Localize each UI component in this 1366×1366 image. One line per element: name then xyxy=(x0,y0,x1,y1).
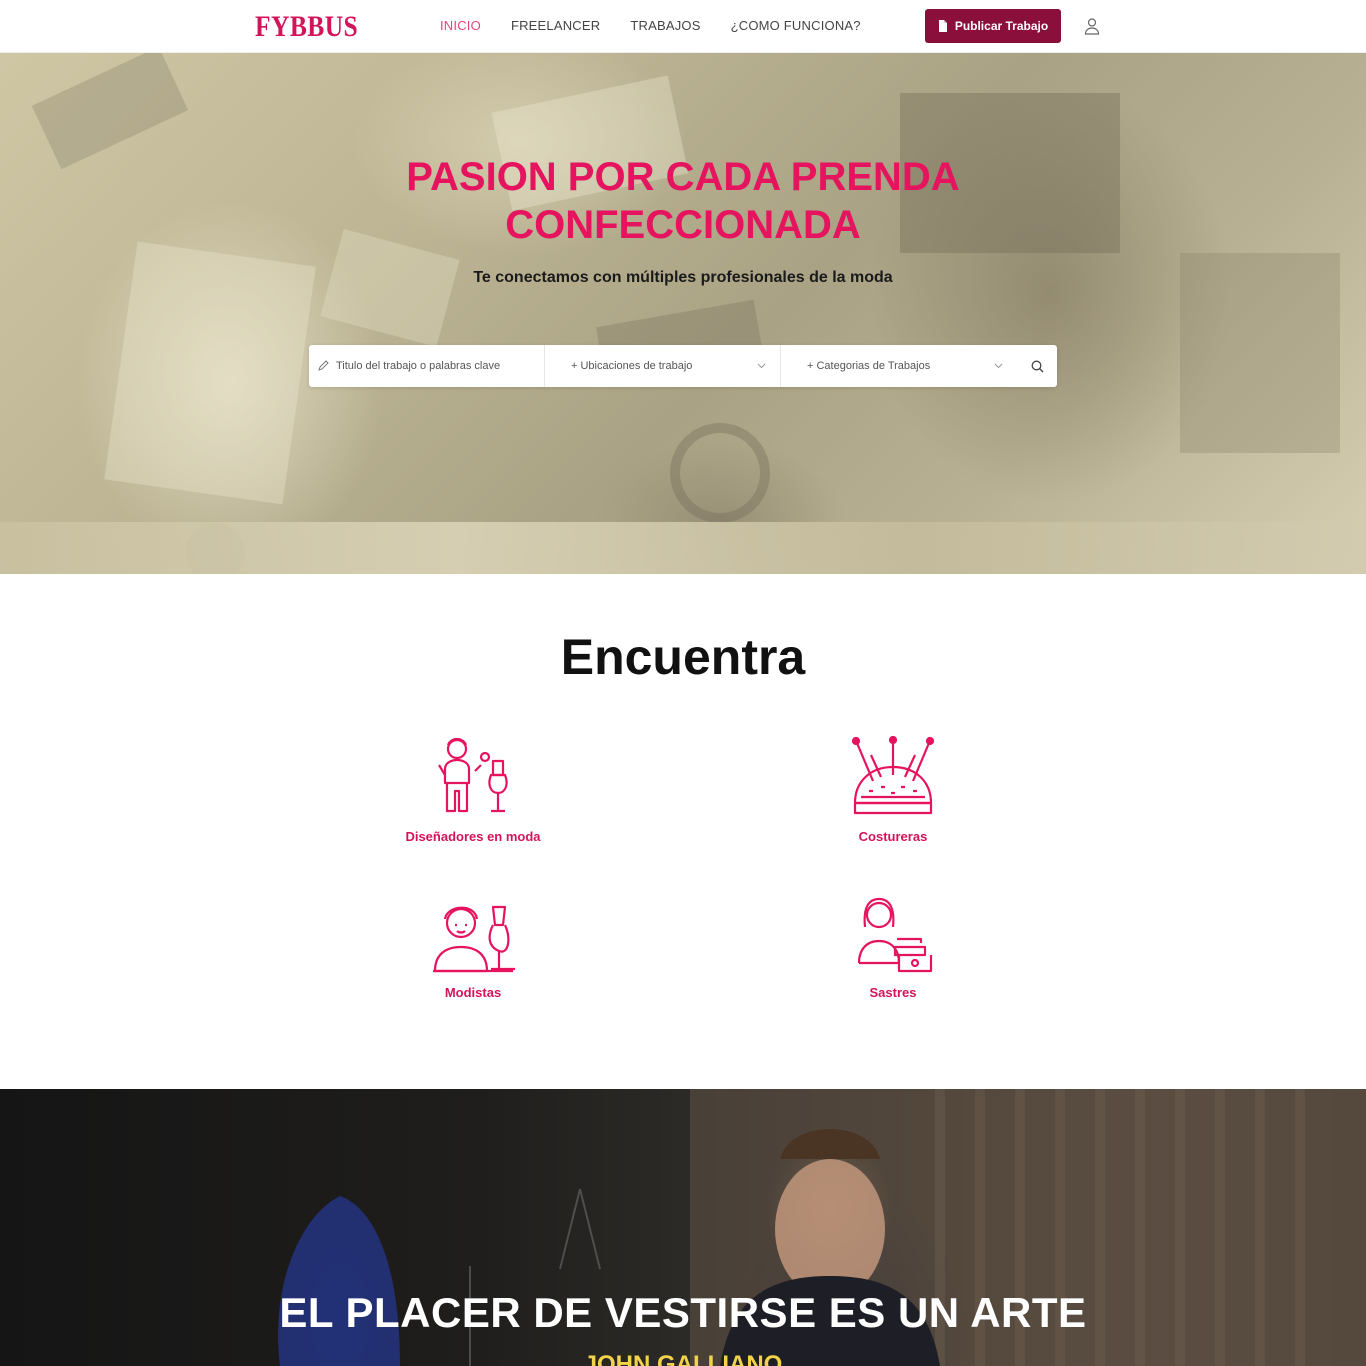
nav-inicio[interactable]: INICIO xyxy=(440,18,481,33)
category-label: Sastres xyxy=(869,985,917,1000)
category-modistas[interactable]: Modistas xyxy=(373,897,573,1000)
quote-text: EL PLACER DE VESTIRSE ES UN ARTE xyxy=(279,1289,1087,1336)
keyword-field[interactable]: Titulo del trabajo o palabras clave xyxy=(309,345,545,387)
hero-title-line1: PASION POR CADA PRENDA xyxy=(406,155,960,199)
pincushion-icon xyxy=(851,735,935,815)
document-icon xyxy=(938,20,947,32)
pencil-icon xyxy=(318,360,329,371)
search-icon xyxy=(1031,360,1043,372)
category-fashion-designers[interactable]: Diseñadores en moda xyxy=(373,735,573,844)
quote-section: EL PLACER DE VESTIRSE ES UN ARTE JOHN GA… xyxy=(0,1089,1366,1366)
nav-trabajos[interactable]: TRABAJOS xyxy=(630,18,700,33)
fashion-designer-icon xyxy=(438,737,508,813)
publish-job-label: Publicar Trabajo xyxy=(954,19,1049,33)
search-button[interactable] xyxy=(1017,345,1057,387)
publish-job-button[interactable]: Publicar Trabajo xyxy=(925,9,1061,43)
job-search-bar: Titulo del trabajo o palabras clave + Ub… xyxy=(309,345,1057,387)
category-select-label: + Categorias de Trabajos xyxy=(807,360,931,372)
nav-como-funciona[interactable]: ¿COMO FUNCIONA? xyxy=(731,18,861,33)
main-nav: INICIO FREELANCER TRABAJOS ¿COMO FUNCION… xyxy=(440,18,861,33)
hero-subtitle: Te conectamos con múltiples profesionale… xyxy=(473,269,893,286)
section-title-encuentra: Encuentra xyxy=(560,629,806,685)
user-icon[interactable] xyxy=(1084,17,1100,35)
category-sastres[interactable]: Sastres xyxy=(793,897,993,1000)
keyword-input[interactable]: Titulo del trabajo o palabras clave xyxy=(336,360,500,372)
hero-title: PASION POR CADA PRENDA CONFECCIONADA xyxy=(0,153,1366,249)
location-select[interactable]: + Ubicaciones de trabajo xyxy=(545,345,781,387)
category-label: Modistas xyxy=(444,985,502,1000)
chevron-down-icon xyxy=(994,363,1003,369)
hero-bottom-strip xyxy=(0,522,1366,574)
category-select[interactable]: + Categorias de Trabajos xyxy=(781,345,1017,387)
hero-background-image xyxy=(31,53,1340,574)
logo[interactable]: FYBBUS xyxy=(255,10,358,44)
dressmaker-icon xyxy=(433,905,515,973)
hero-title-line2: CONFECCIONADA xyxy=(505,203,861,247)
nav-freelancer[interactable]: FREELANCER xyxy=(511,18,600,33)
category-label: Diseñadores en moda xyxy=(405,829,541,844)
category-costureras[interactable]: Costureras xyxy=(793,735,993,844)
tailor-sewing-machine-icon xyxy=(857,897,933,973)
category-label: Costureras xyxy=(858,829,928,844)
location-select-label: + Ubicaciones de trabajo xyxy=(571,360,693,372)
site-header: FYBBUS INICIO FREELANCER TRABAJOS ¿COMO … xyxy=(0,0,1366,53)
quote-author: JOHN GALLIANO xyxy=(583,1351,783,1366)
chevron-down-icon xyxy=(757,363,766,369)
hero-banner: PASION POR CADA PRENDA CONFECCIONADA Te … xyxy=(0,53,1366,574)
